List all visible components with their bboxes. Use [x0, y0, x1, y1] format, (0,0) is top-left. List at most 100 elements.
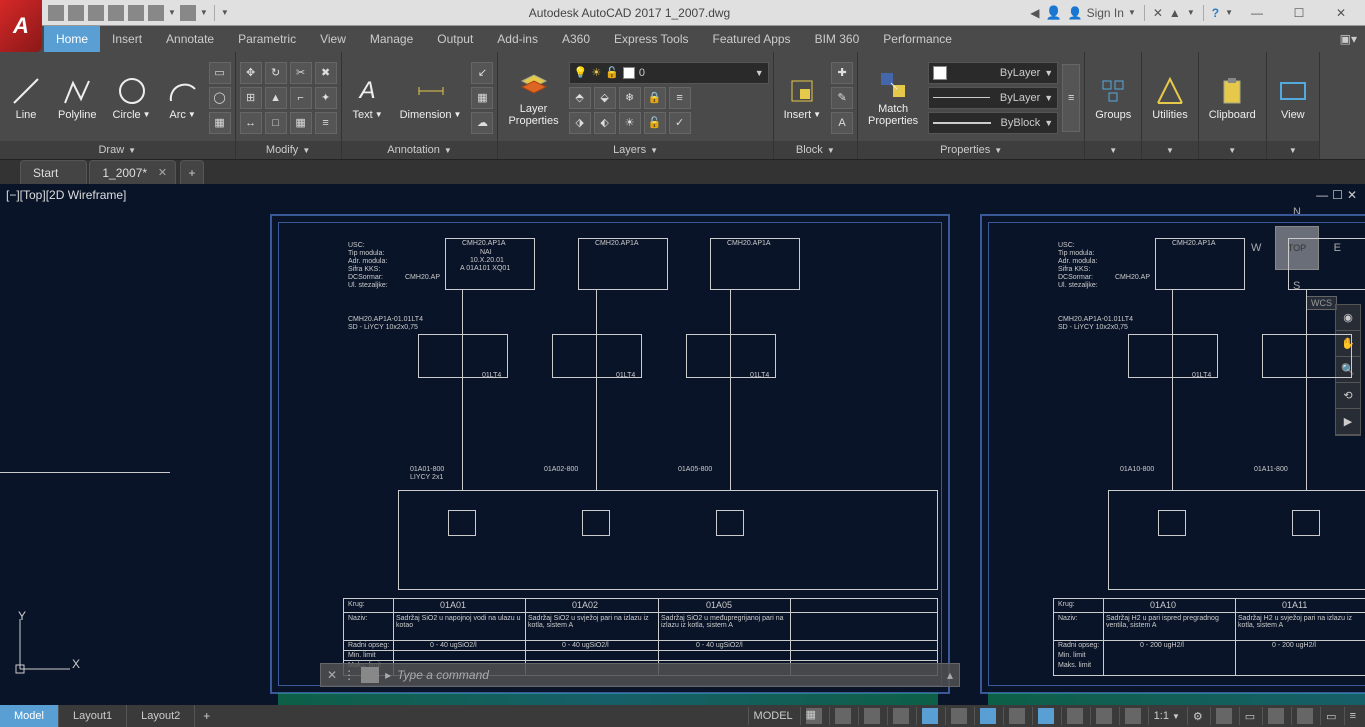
tab-insert[interactable]: Insert	[100, 26, 154, 52]
drawing-viewport[interactable]: [−][Top][2D Wireframe] — ☐ ✕ N E S W TOP…	[0, 184, 1365, 709]
maximize-button[interactable]: ☐	[1281, 0, 1317, 26]
saveas-icon[interactable]	[108, 5, 124, 21]
status-transparency-icon[interactable]	[1090, 707, 1117, 725]
qat-customize-icon[interactable]: ▼	[221, 8, 229, 17]
status-otrack-icon[interactable]	[1032, 707, 1059, 725]
laymch-button[interactable]: ≡	[669, 87, 691, 109]
status-infer-icon[interactable]	[858, 707, 885, 725]
status-clean-icon[interactable]: ▭	[1320, 707, 1341, 725]
laythw-button[interactable]: ☀	[619, 112, 641, 134]
scale-button[interactable]: □	[265, 112, 287, 134]
attr-button[interactable]: A	[831, 112, 853, 134]
linetype-dropdown[interactable]: ByBlock▼	[928, 112, 1058, 134]
offset-button[interactable]: ≡	[315, 112, 337, 134]
add-tab-button[interactable]: +	[180, 160, 204, 184]
props-palette-button[interactable]: ≡	[1062, 64, 1080, 132]
text-button[interactable]: A Text▼	[346, 73, 390, 123]
sign-in-button[interactable]: 👤Sign In▼	[1068, 6, 1136, 20]
status-model[interactable]: MODEL	[748, 707, 798, 725]
tab-home[interactable]: Home	[44, 26, 100, 52]
status-annomonitor-icon[interactable]	[1210, 707, 1237, 725]
layouttab-l1[interactable]: Layout1	[59, 705, 127, 727]
vp-maximize-icon[interactable]: ☐	[1332, 188, 1343, 202]
tab-parametric[interactable]: Parametric	[226, 26, 308, 52]
tab-annotate[interactable]: Annotate	[154, 26, 226, 52]
undo-dropdown-icon[interactable]: ▼	[168, 8, 176, 17]
close-button[interactable]: ✕	[1323, 0, 1359, 26]
cmd-recent-icon[interactable]: ▴	[947, 668, 953, 682]
copy-button[interactable]: ⊞	[240, 87, 262, 109]
cloud-button[interactable]: ☁	[471, 112, 493, 134]
minimize-button[interactable]: —	[1239, 0, 1275, 26]
status-cycle-icon[interactable]	[1119, 707, 1146, 725]
tab-featured[interactable]: Featured Apps	[701, 26, 803, 52]
explode-button[interactable]: ✦	[315, 87, 337, 109]
vp-close-icon[interactable]: ✕	[1347, 188, 1357, 202]
rect-button[interactable]: ▭	[209, 62, 231, 84]
insert-button[interactable]: Insert▼	[778, 73, 827, 123]
layouttab-l2[interactable]: Layout2	[127, 705, 195, 727]
status-isolate-icon[interactable]	[1291, 707, 1318, 725]
layiso-button[interactable]: ⬙	[594, 87, 616, 109]
table-button[interactable]: ▦	[471, 87, 493, 109]
status-polar-icon[interactable]	[916, 707, 943, 725]
dimension-button[interactable]: Dimension▼	[394, 73, 468, 123]
redo-icon[interactable]	[180, 5, 196, 21]
clipboard-button[interactable]: Clipboard	[1203, 73, 1262, 123]
ellipse-button[interactable]: ◯	[209, 87, 231, 109]
create-block-button[interactable]: ✚	[831, 62, 853, 84]
status-customize-icon[interactable]: ≡	[1344, 707, 1361, 725]
layulk-button[interactable]: 🔓	[644, 112, 666, 134]
status-hwacc-icon[interactable]	[1262, 707, 1289, 725]
color-dropdown[interactable]: ByLayer▼	[928, 62, 1058, 84]
lineweight-dropdown[interactable]: ByLayer▼	[928, 87, 1058, 109]
view-button[interactable]: View	[1271, 73, 1315, 123]
match-properties-button[interactable]: Match Properties	[862, 67, 924, 129]
new-icon[interactable]	[48, 5, 64, 21]
erase-button[interactable]: ✖	[315, 62, 337, 84]
a360-icon[interactable]: ▲	[1169, 6, 1181, 20]
trim-button[interactable]: ✂	[290, 62, 312, 84]
tab-addins[interactable]: Add-ins	[485, 26, 550, 52]
status-lwt-icon[interactable]	[1061, 707, 1088, 725]
tab-output[interactable]: Output	[425, 26, 485, 52]
exchange-icon[interactable]: ✕	[1153, 6, 1163, 20]
cmd-close-icon[interactable]: ✕	[327, 668, 337, 682]
help-icon[interactable]: ?	[1212, 6, 1219, 20]
array-button[interactable]: ▦	[290, 112, 312, 134]
tab-manage[interactable]: Manage	[358, 26, 425, 52]
fillet-button[interactable]: ⌐	[290, 87, 312, 109]
edit-block-button[interactable]: ✎	[831, 87, 853, 109]
tab-file1[interactable]: 1_2007*✕	[89, 160, 176, 184]
status-osnap-icon[interactable]	[974, 707, 1001, 725]
vp-minimize-icon[interactable]: —	[1316, 188, 1328, 202]
line-button[interactable]: Line	[4, 73, 48, 123]
status-snap-icon[interactable]	[829, 707, 856, 725]
circle-button[interactable]: Circle▼	[107, 73, 157, 123]
status-iso-icon[interactable]	[945, 707, 972, 725]
layuniso-button[interactable]: ⬖	[594, 112, 616, 134]
plot-icon[interactable]	[128, 5, 144, 21]
rotate-button[interactable]: ↻	[265, 62, 287, 84]
groups-button[interactable]: Groups	[1089, 73, 1137, 123]
utilities-button[interactable]: Utilities	[1146, 73, 1193, 123]
status-scale[interactable]: 1:1▼	[1148, 707, 1185, 725]
layer-properties-button[interactable]: Layer Properties	[502, 67, 564, 129]
hatch-button[interactable]: ▦	[209, 112, 231, 134]
status-workspace-icon[interactable]: ▭	[1239, 707, 1260, 725]
status-ortho-icon[interactable]	[887, 707, 914, 725]
move-button[interactable]: ✥	[240, 62, 262, 84]
search-icon[interactable]: 👤	[1045, 5, 1061, 21]
viewport-label[interactable]: [−][Top][2D Wireframe]	[6, 188, 126, 202]
laycur-button[interactable]: ✓	[669, 112, 691, 134]
status-grid-icon[interactable]: ▦	[800, 707, 827, 725]
tab-express[interactable]: Express Tools	[602, 26, 700, 52]
status-gear-icon[interactable]: ⚙	[1187, 707, 1208, 725]
stretch-button[interactable]: ↔	[240, 112, 262, 134]
tab-view[interactable]: View	[308, 26, 358, 52]
tab-bim360[interactable]: BIM 360	[803, 26, 872, 52]
redo-dropdown-icon[interactable]: ▼	[200, 8, 208, 17]
open-icon[interactable]	[68, 5, 84, 21]
search-arrow-icon[interactable]: ◀	[1030, 6, 1039, 20]
tab-start[interactable]: Start	[20, 160, 87, 184]
